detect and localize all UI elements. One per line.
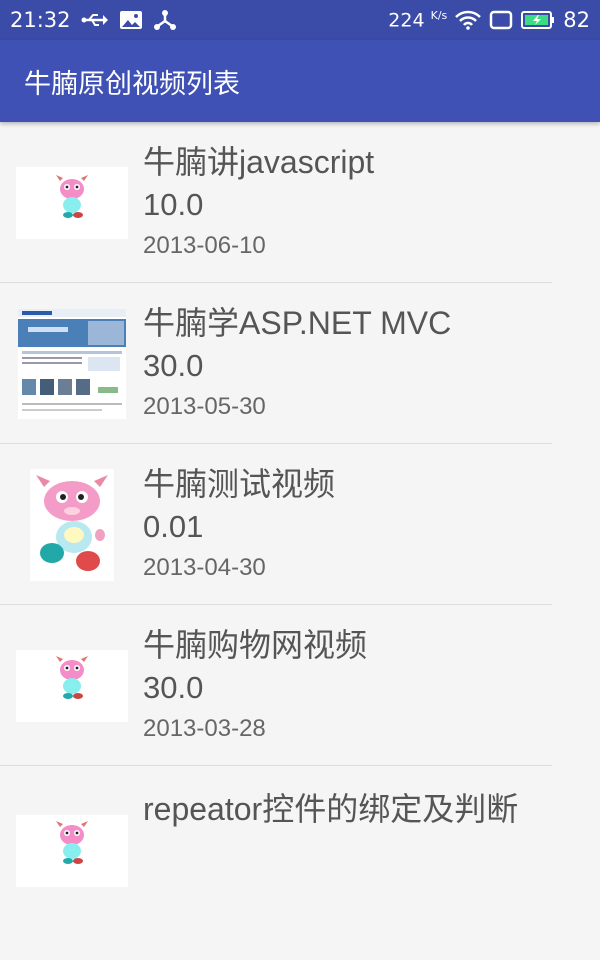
status-time: 21:32 [10,8,71,32]
video-title: 牛腩学ASP.NET MVC [143,305,452,341]
wifi-icon [455,10,482,30]
battery-icon [521,10,555,30]
video-price: 10.0 [143,187,204,222]
video-thumbnail [16,455,128,595]
status-bar: 21:32 224 K/s 82 [0,0,600,40]
list-item[interactable]: 牛腩测试视频 0.01 2013-04-30 [0,444,600,605]
video-thumbnail [16,616,128,756]
video-thumbnail [16,781,128,921]
video-date: 2013-05-30 [143,393,266,420]
usb-icon [81,12,109,28]
image-icon [119,10,143,30]
screen-icon [489,10,513,30]
video-price: 0.01 [143,509,204,544]
video-date: 2013-06-10 [143,232,266,259]
list-item[interactable]: 牛腩购物网视频 30.0 2013-03-28 [0,605,600,766]
video-thumbnail [16,294,128,434]
video-title: 牛腩购物网视频 [143,627,368,663]
battery-level: 82 [563,8,590,32]
video-thumbnail [16,133,128,273]
video-list: 牛腩讲javascript 10.0 2013-06-10 牛腩学ASP.NET… [0,122,600,936]
video-title: 牛腩测试视频 [143,466,336,502]
video-price: 30.0 [143,670,204,705]
video-title: 牛腩讲javascript [143,144,375,180]
app-bar: 牛腩原创视频列表 [0,40,600,122]
video-date: 2013-04-30 [143,554,266,581]
page-title: 牛腩原创视频列表 [24,68,240,100]
network-speed: 224 K/s [388,8,448,32]
video-price: 30.0 [143,348,204,383]
list-item[interactable]: repeator控件的绑定及判断 [0,766,600,936]
video-date: 2013-03-28 [143,715,266,742]
list-item[interactable]: 牛腩学ASP.NET MVC 30.0 2013-05-30 [0,283,600,444]
list-item[interactable]: 牛腩讲javascript 10.0 2013-06-10 [0,122,600,283]
video-title: repeator控件的绑定及判断 [143,791,519,827]
share-icon [153,9,177,31]
